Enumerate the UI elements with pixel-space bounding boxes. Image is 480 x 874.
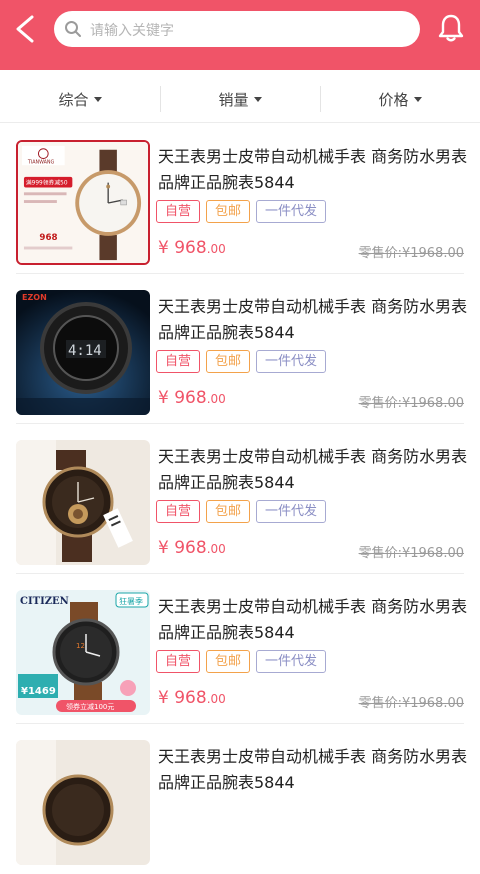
filter-tabs: 综合 销量 价格: [0, 76, 480, 123]
tag-self-operated: 自营: [156, 200, 201, 223]
product-item[interactable]: 天王表男士皮带自动机械手表 商务防水男表品牌正品腕表5844: [0, 724, 480, 874]
price-main: 968: [174, 538, 207, 558]
app-header: 请输入关键字: [0, 0, 480, 70]
price-decimal: .00: [206, 542, 226, 556]
product-item[interactable]: TIANWANG 满999领券减50 968 天王表男士皮带自动机械手表 商务防…: [0, 124, 480, 274]
tab-label: 销量: [218, 90, 249, 109]
price-decimal: .00: [206, 242, 226, 256]
retail-price: 零售价:¥1968.00: [358, 696, 464, 711]
product-image: [16, 740, 150, 865]
tab-price[interactable]: 价格: [320, 76, 480, 122]
product-item[interactable]: CITIZEN 狂暑季 12 ¥1469 领券立减100元 天王表男士皮带自动机…: [0, 574, 480, 724]
price-symbol: ¥: [158, 688, 169, 708]
brand-logo: CITIZEN: [20, 596, 69, 607]
price-main: 968: [174, 388, 207, 408]
tag-self-operated: 自营: [156, 650, 201, 673]
product-title: 天王表男士皮带自动机械手表 商务防水男表品牌正品腕表5844: [158, 597, 468, 642]
tag-free-shipping: 包邮: [206, 650, 251, 673]
tag-dropship: 一件代发: [256, 650, 327, 673]
watch-display: 4:14: [68, 343, 102, 359]
product-title: 天王表男士皮带自动机械手表 商务防水男表品牌正品腕表5844: [158, 297, 468, 342]
tab-sales[interactable]: 销量: [160, 76, 320, 122]
tag-dropship: 一件代发: [256, 500, 327, 523]
promo-price: ¥1469: [21, 686, 56, 697]
product-image: EZON 4:14: [16, 290, 150, 415]
caret-down-icon: [93, 96, 102, 102]
tab-comprehensive[interactable]: 综合: [0, 76, 160, 122]
price-symbol: ¥: [158, 538, 169, 558]
price-decimal: .00: [206, 392, 226, 406]
price-symbol: ¥: [158, 238, 169, 258]
product-image: TIANWANG 满999领券减50 968: [16, 140, 150, 265]
promo-price: 968: [39, 233, 57, 243]
product-item[interactable]: EZON 4:14 天王表男士皮带自动机械手表 商务防水男表品牌正品腕表5844…: [0, 274, 480, 424]
caret-down-icon: [413, 96, 422, 102]
product-price: ¥ 968.00: [158, 688, 226, 708]
retail-price: 零售价:¥1968.00: [358, 396, 464, 411]
price-decimal: .00: [206, 692, 226, 706]
tag-free-shipping: 包邮: [206, 200, 251, 223]
tag-self-operated: 自营: [156, 350, 201, 373]
bell-icon[interactable]: [434, 11, 468, 45]
retail-price: 零售价:¥1968.00: [358, 546, 464, 561]
search-icon: [65, 21, 81, 37]
product-tags: 自营 包邮 一件代发: [156, 200, 327, 223]
search-placeholder[interactable]: 请输入关键字: [90, 20, 174, 40]
caret-down-icon: [253, 96, 262, 102]
tab-label: 价格: [378, 90, 409, 109]
tab-label: 综合: [58, 90, 89, 109]
tag-dropship: 一件代发: [256, 350, 327, 373]
retail-price: 零售价:¥1968.00: [358, 246, 464, 261]
product-price: ¥ 968.00: [158, 238, 226, 258]
product-tags: 自营 包邮 一件代发: [156, 650, 327, 673]
product-title: 天王表男士皮带自动机械手表 商务防水男表品牌正品腕表5844: [158, 747, 468, 792]
tag-free-shipping: 包邮: [206, 500, 251, 523]
watch-numeral: 12: [76, 642, 85, 650]
product-image: CITIZEN 狂暑季 12 ¥1469 领券立减100元: [16, 590, 150, 715]
product-image: [16, 440, 150, 565]
brand-logo: TIANWANG: [27, 159, 55, 165]
product-tags: 自营 包邮 一件代发: [156, 350, 327, 373]
tag-self-operated: 自营: [156, 500, 201, 523]
coupon-label: 领券立减100元: [66, 702, 114, 711]
product-price: ¥ 968.00: [158, 538, 226, 558]
promo-badge: 狂暑季: [119, 596, 143, 606]
product-item[interactable]: 天王表男士皮带自动机械手表 商务防水男表品牌正品腕表5844 自营 包邮 一件代…: [0, 424, 480, 574]
product-title: 天王表男士皮带自动机械手表 商务防水男表品牌正品腕表5844: [158, 447, 468, 492]
chevron-left-icon[interactable]: [10, 12, 40, 46]
product-price: ¥ 968.00: [158, 388, 226, 408]
tag-dropship: 一件代发: [256, 200, 327, 223]
search-bar[interactable]: 请输入关键字: [54, 11, 420, 47]
product-tags: 自营 包邮 一件代发: [156, 500, 327, 523]
price-main: 968: [174, 688, 207, 708]
price-symbol: ¥: [158, 388, 169, 408]
tag-free-shipping: 包邮: [206, 350, 251, 373]
brand-logo: EZON: [22, 293, 47, 302]
product-title: 天王表男士皮带自动机械手表 商务防水男表品牌正品腕表5844: [158, 147, 468, 192]
price-main: 968: [174, 238, 207, 258]
promo-label: 满999领券减50: [26, 179, 68, 187]
